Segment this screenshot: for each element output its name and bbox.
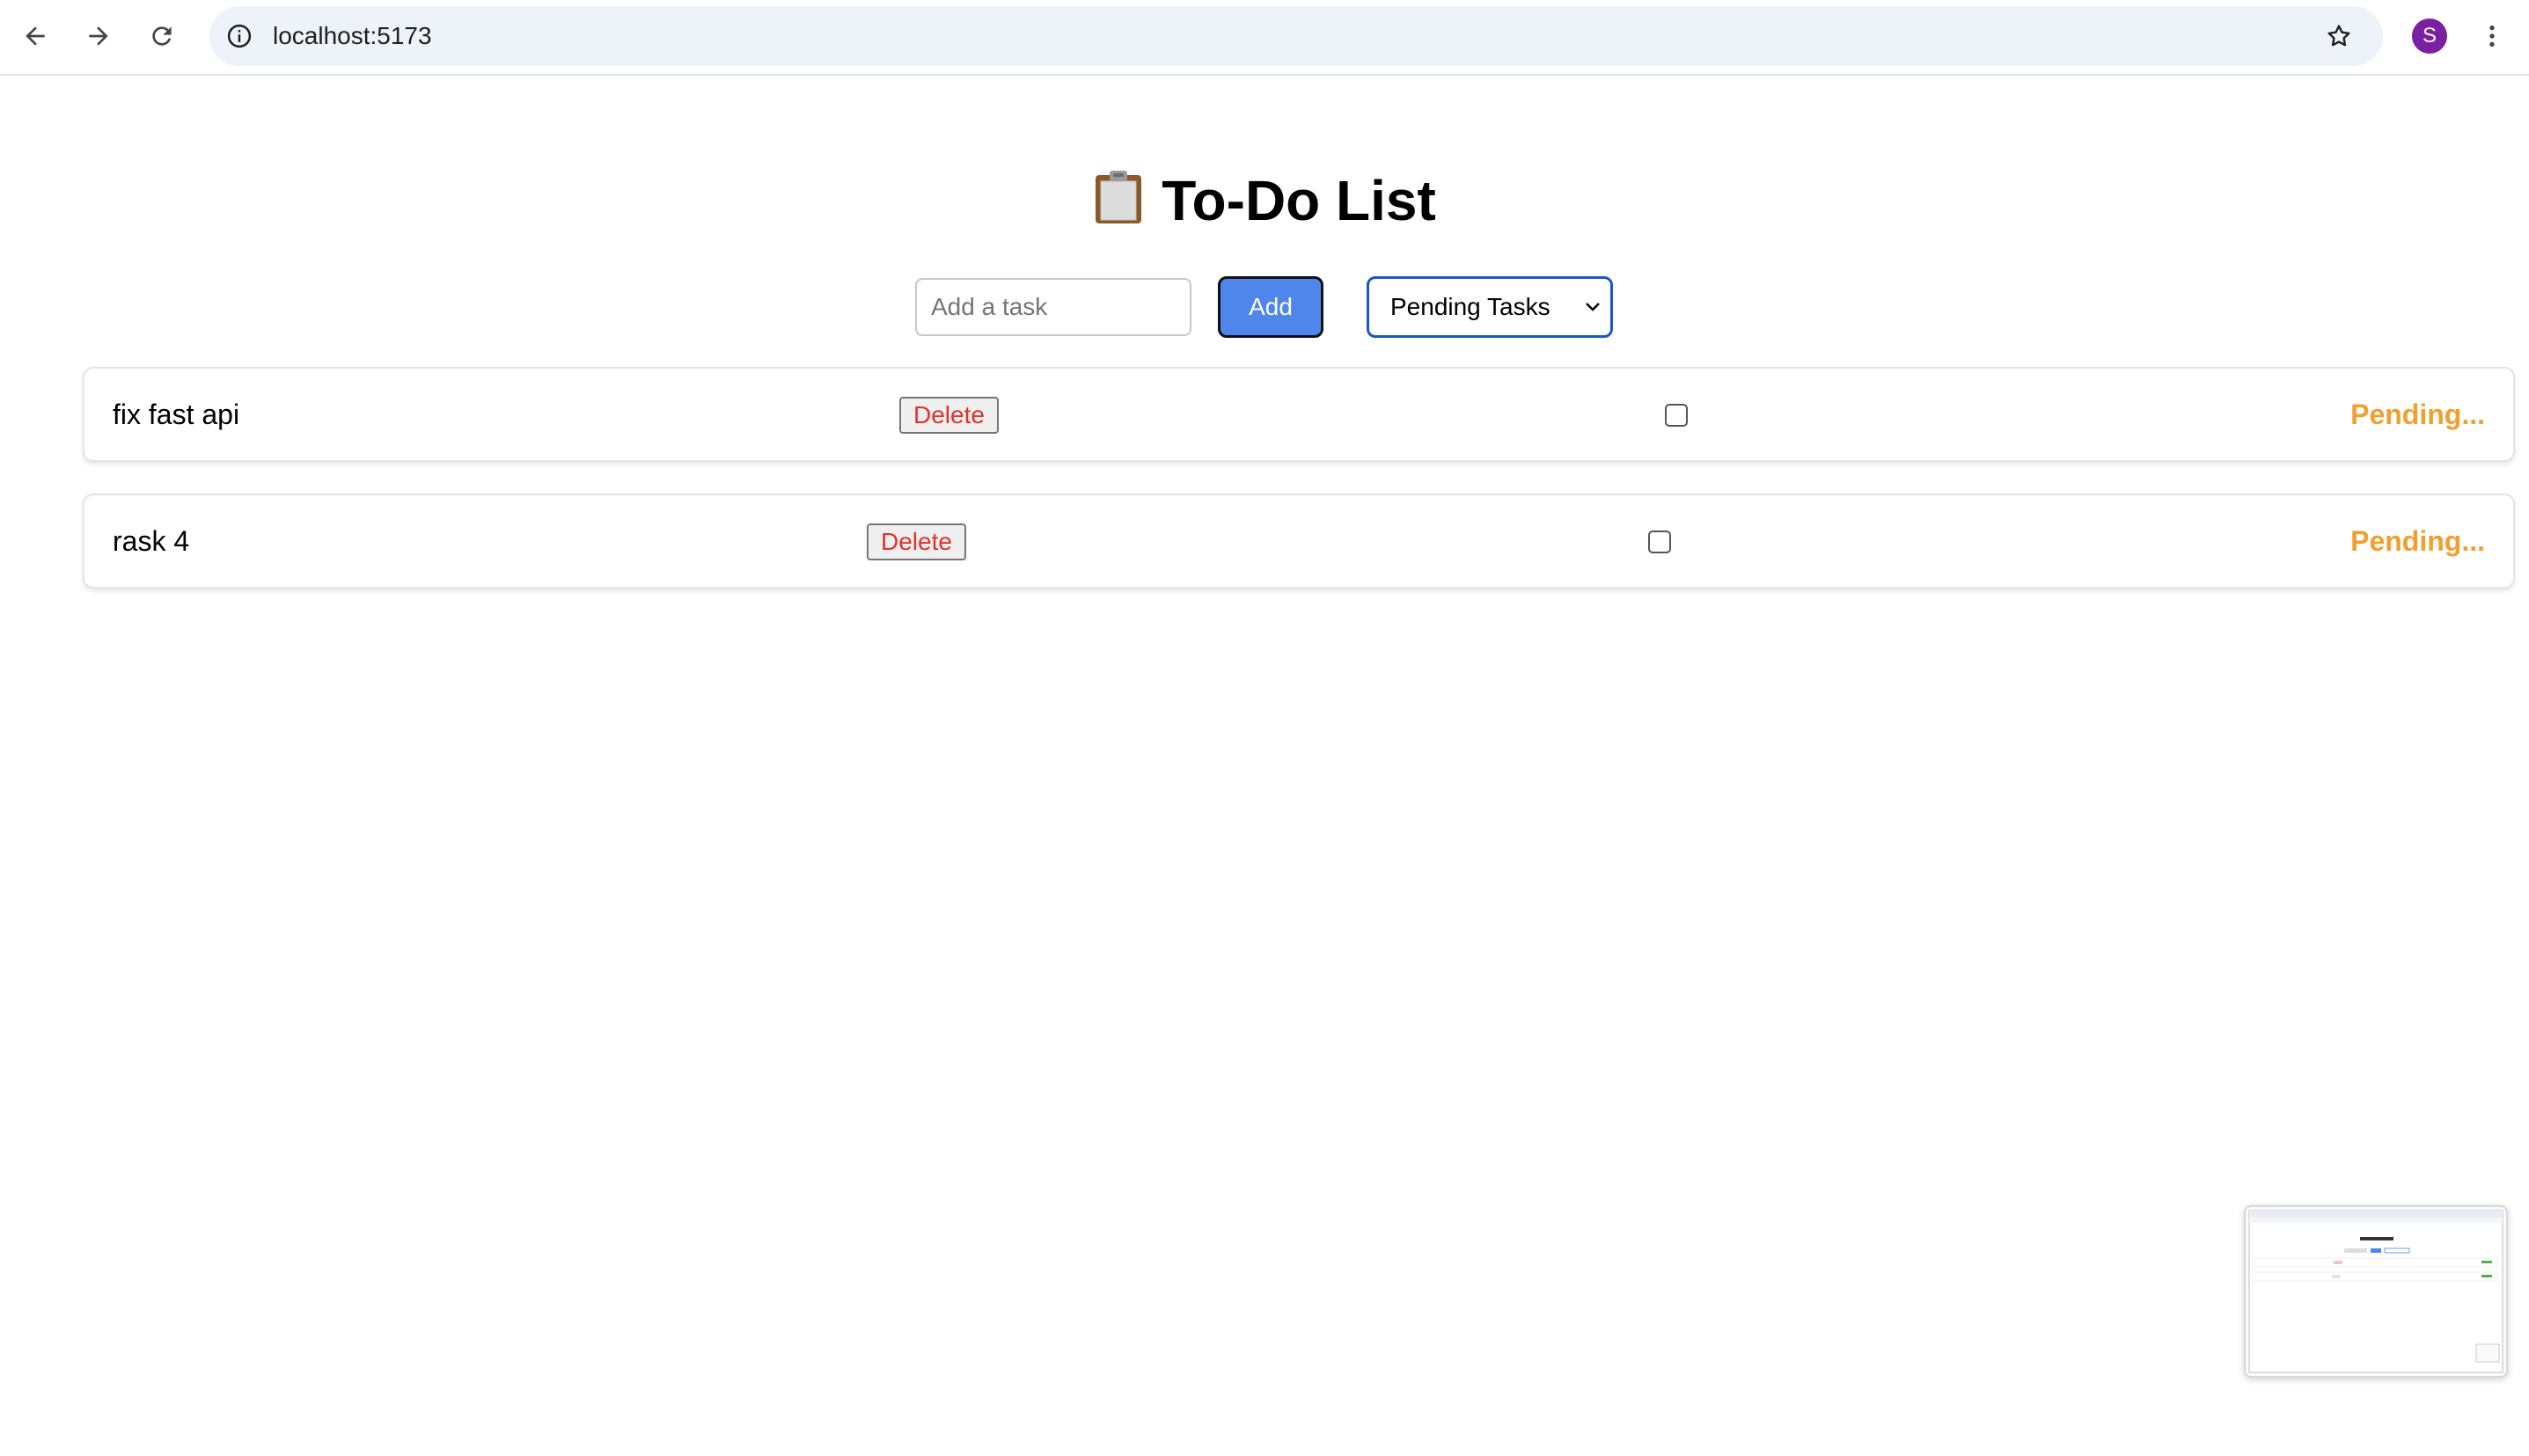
arrow-left-icon: [26, 26, 45, 46]
arrow-right-icon: [89, 26, 108, 46]
url-text: localhost:5173: [273, 22, 432, 49]
add-button[interactable]: Add: [1218, 276, 1323, 338]
info-icon[interactable]: [222, 18, 257, 54]
profile-avatar[interactable]: S: [2412, 18, 2447, 54]
status-text: Pending...: [2350, 399, 2485, 430]
delete-button[interactable]: Delete: [899, 397, 999, 434]
filter-select[interactable]: Pending Tasks: [1367, 276, 1613, 338]
page-title-text: To-Do List: [1162, 169, 1436, 232]
reload-icon: [152, 26, 172, 46]
status-text: Pending...: [2350, 525, 2485, 557]
back-button[interactable]: [14, 15, 56, 57]
done-checkbox[interactable]: [1665, 404, 1688, 427]
address-bar[interactable]: localhost:5173: [209, 6, 2383, 66]
filter-select-value: Pending Tasks: [1390, 293, 1550, 320]
task-item: rask 4 Delete Pending...: [83, 494, 2515, 589]
more-vert-icon[interactable]: [2477, 15, 2507, 57]
task-input[interactable]: [915, 278, 1191, 336]
forward-button[interactable]: [77, 15, 120, 57]
browser-toolbar: localhost:5173 S: [0, 0, 2529, 76]
bookmark-star-icon[interactable]: [2321, 18, 2357, 54]
chevron-down-icon: [1586, 303, 1600, 311]
task-text: rask 4: [113, 525, 190, 557]
task-item: fix fast api Delete Pending...: [83, 367, 2515, 462]
delete-button[interactable]: Delete: [867, 523, 966, 560]
page-title: To-Do List: [0, 158, 2529, 243]
task-text: fix fast api: [113, 399, 240, 430]
reload-button[interactable]: [141, 15, 183, 57]
screenshot-thumbnail[interactable]: [2244, 1205, 2508, 1378]
thumbnail-preview-image: [2248, 1210, 2503, 1373]
done-checkbox[interactable]: [1648, 530, 1671, 553]
clipboard-icon: [1096, 171, 1142, 223]
